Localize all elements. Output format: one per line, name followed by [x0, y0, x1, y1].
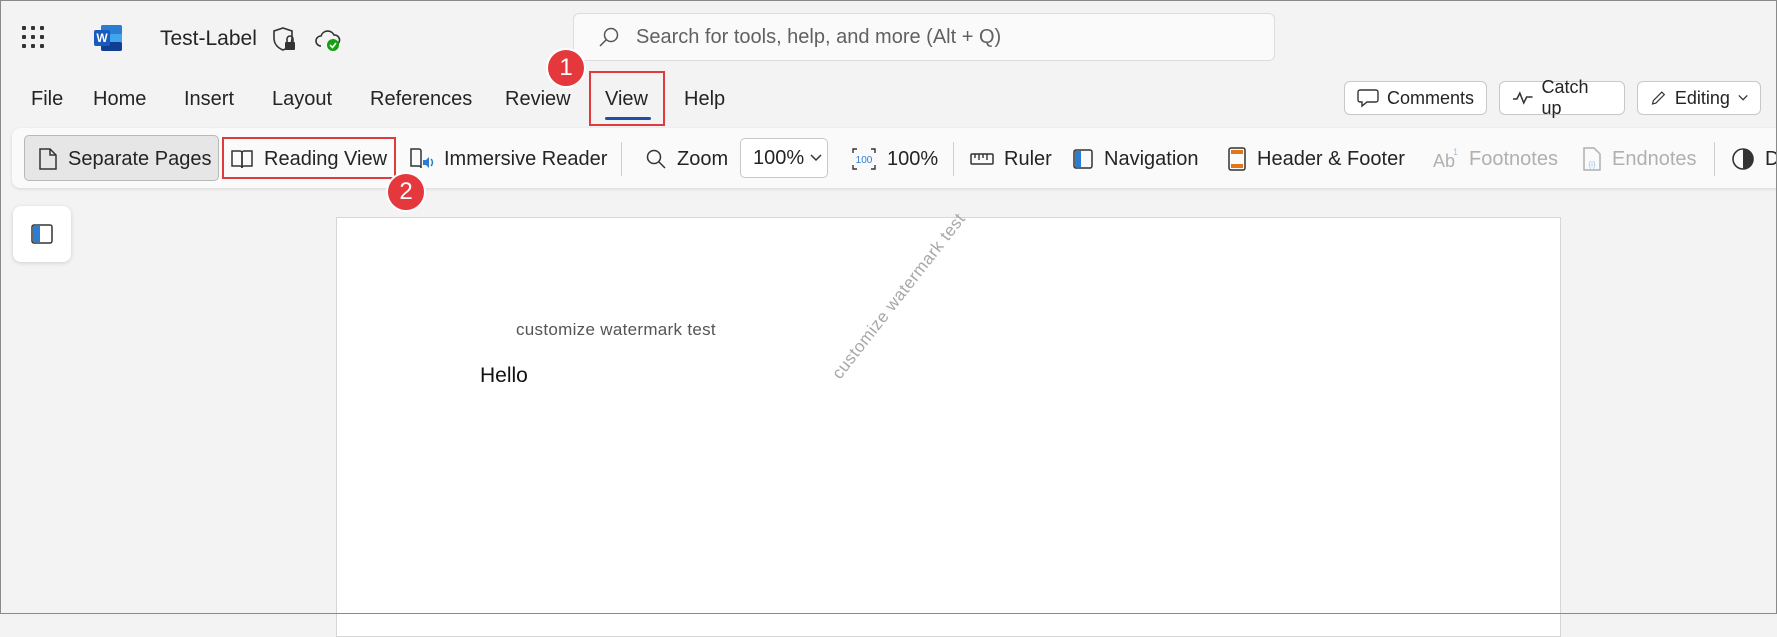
tab-review[interactable]: Review [505, 88, 571, 111]
comments-button[interactable]: Comments [1344, 81, 1487, 115]
zoom-100-button[interactable]: 100 100% [851, 146, 938, 172]
document-title[interactable]: Test-Label [160, 27, 257, 51]
search-input[interactable] [634, 24, 1238, 50]
separate-pages-label: Separate Pages [68, 147, 212, 170]
svg-text:{i}: {i} [1588, 160, 1595, 169]
svg-text:W: W [96, 31, 108, 45]
immersive-reader-label: Immersive Reader [444, 147, 608, 170]
pencil-icon [1651, 91, 1666, 105]
header-watermark-text: customize watermark test [516, 320, 716, 339]
tab-file[interactable]: File [31, 88, 63, 111]
tab-insert[interactable]: Insert [184, 88, 234, 111]
chevron-down-icon [1738, 95, 1748, 101]
immersive-reader-button[interactable]: Immersive Reader [408, 146, 607, 172]
svg-text:1: 1 [1453, 147, 1458, 157]
footnote-icon: Ab 1 [1433, 147, 1458, 171]
endnote-icon: {i} [1583, 147, 1601, 171]
contrast-icon [1732, 148, 1754, 170]
reading-view-highlight [222, 137, 396, 179]
comment-icon [1357, 89, 1379, 108]
sensitivity-shield-icon[interactable] [272, 26, 298, 54]
separate-pages-button[interactable]: Separate Pages [38, 146, 211, 172]
svg-text:Ab: Ab [1433, 151, 1455, 171]
navigation-button[interactable]: Navigation [1072, 146, 1199, 172]
navigation-pane-icon [31, 224, 53, 244]
navigation-pane-icon [1073, 149, 1093, 169]
document-body-text[interactable]: Hello [480, 364, 528, 388]
magnifier-icon [646, 149, 666, 169]
ribbon-divider [621, 142, 622, 176]
zoom-100-icon: 100 [852, 148, 876, 170]
tab-home[interactable]: Home [93, 88, 146, 111]
chevron-down-icon [810, 154, 822, 162]
zoom-button[interactable]: Zoom [645, 146, 728, 172]
zoom-level-value: 100% [753, 146, 805, 169]
word-logo-icon[interactable]: W [93, 24, 123, 52]
footnotes-label: Footnotes [1469, 147, 1558, 170]
ruler-label: Ruler [1004, 147, 1052, 170]
tab-help[interactable]: Help [684, 88, 725, 111]
zoom-level-dropdown[interactable]: 100% [740, 138, 828, 178]
tab-layout[interactable]: Layout [272, 88, 332, 111]
tab-references[interactable]: References [370, 88, 472, 111]
header-footer-button[interactable]: Header & Footer [1227, 146, 1405, 172]
svg-text:100: 100 [856, 155, 873, 166]
step-badge-1: 1 [546, 48, 586, 88]
page-icon [39, 148, 57, 170]
dark-mode-label-cut: D [1765, 147, 1777, 170]
immersive-reader-icon [410, 148, 434, 169]
catch-up-label: Catch up [1541, 77, 1589, 118]
editing-label: Editing [1674, 87, 1730, 108]
ruler-icon [970, 153, 994, 165]
navigation-pane-button[interactable] [13, 206, 71, 262]
catch-up-button[interactable]: Catch up [1499, 77, 1625, 118]
endnotes-label: Endnotes [1612, 147, 1697, 170]
header-footer-icon [1228, 147, 1246, 171]
activity-icon [1512, 91, 1533, 105]
comments-label: Comments [1386, 87, 1474, 108]
zoom-100-label: 100% [887, 147, 939, 170]
search-bar[interactable] [573, 13, 1275, 61]
ribbon-divider [953, 142, 954, 176]
footnotes-button[interactable]: Ab 1 Footnotes [1433, 146, 1558, 172]
zoom-label: Zoom [677, 147, 729, 170]
step-badge-2: 2 [386, 172, 426, 212]
search-icon [599, 27, 619, 47]
dark-mode-button[interactable]: D [1731, 146, 1777, 172]
navigation-label: Navigation [1104, 147, 1199, 170]
editing-mode-button[interactable]: Editing [1637, 81, 1761, 115]
ruler-button[interactable]: Ruler [970, 146, 1052, 172]
view-tab-highlight [589, 71, 665, 126]
cloud-saved-icon[interactable] [314, 27, 342, 53]
document-page[interactable] [336, 217, 1561, 637]
endnotes-button[interactable]: {i} Endnotes [1582, 146, 1697, 172]
ribbon-divider [1714, 142, 1715, 176]
app-launcher-icon[interactable] [22, 26, 48, 52]
header-footer-label: Header & Footer [1257, 147, 1405, 170]
